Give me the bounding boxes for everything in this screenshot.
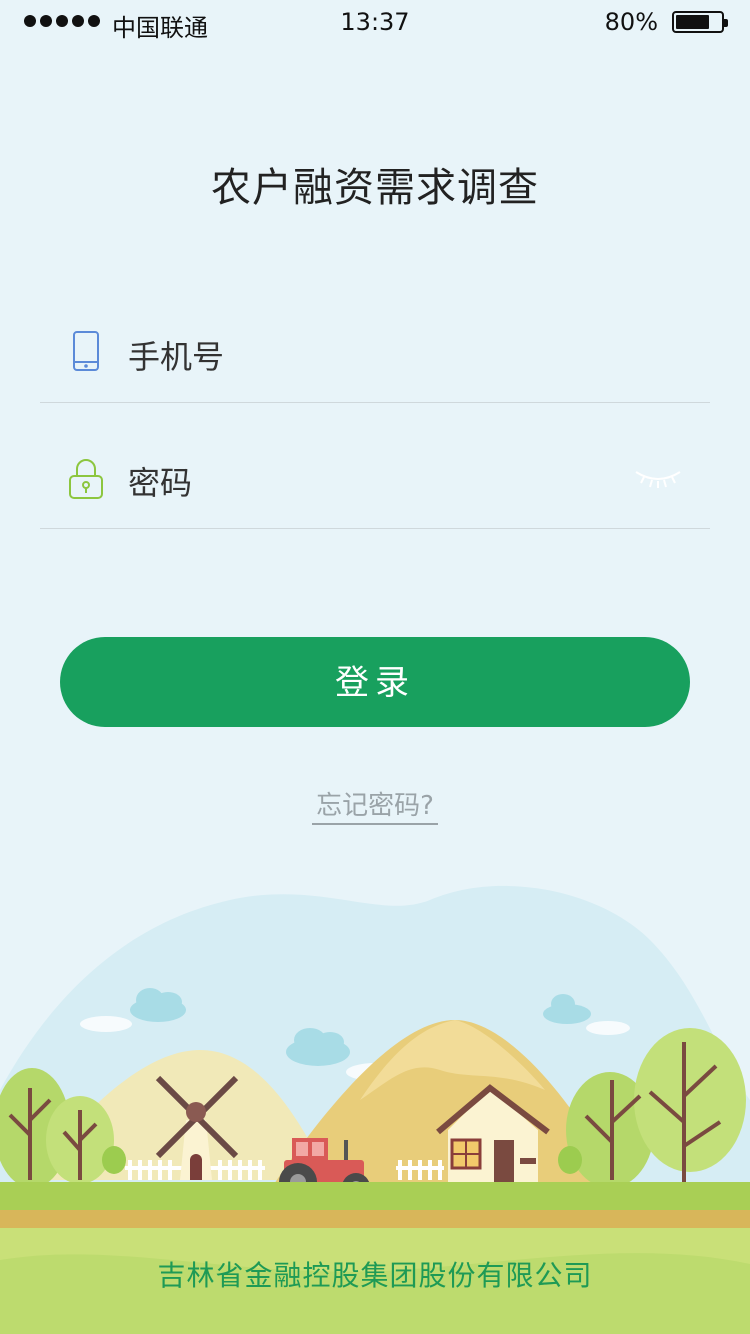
page-title: 农户融资需求调查 — [211, 165, 539, 211]
forgot-password-link[interactable]: 忘记密码? — [0, 785, 750, 825]
phone-field[interactable]: 手机号 — [40, 312, 710, 403]
phone-icon — [73, 331, 99, 371]
battery-percent: 80% — [604, 8, 658, 36]
forgot-password-label: 忘记密码? — [312, 791, 438, 825]
company-name: 吉林省金融控股集团股份有限公司 — [157, 1259, 593, 1292]
phone-placeholder: 手机号 — [128, 338, 225, 376]
password-field[interactable]: 密码 — [40, 438, 710, 529]
eye-closed-icon[interactable] — [634, 466, 682, 490]
lock-icon — [69, 459, 103, 499]
login-button[interactable]: 登录 — [60, 637, 690, 727]
battery-icon — [672, 11, 728, 33]
password-placeholder: 密码 — [128, 464, 193, 502]
status-bar: 中国联通 13:37 80% — [0, 0, 750, 44]
